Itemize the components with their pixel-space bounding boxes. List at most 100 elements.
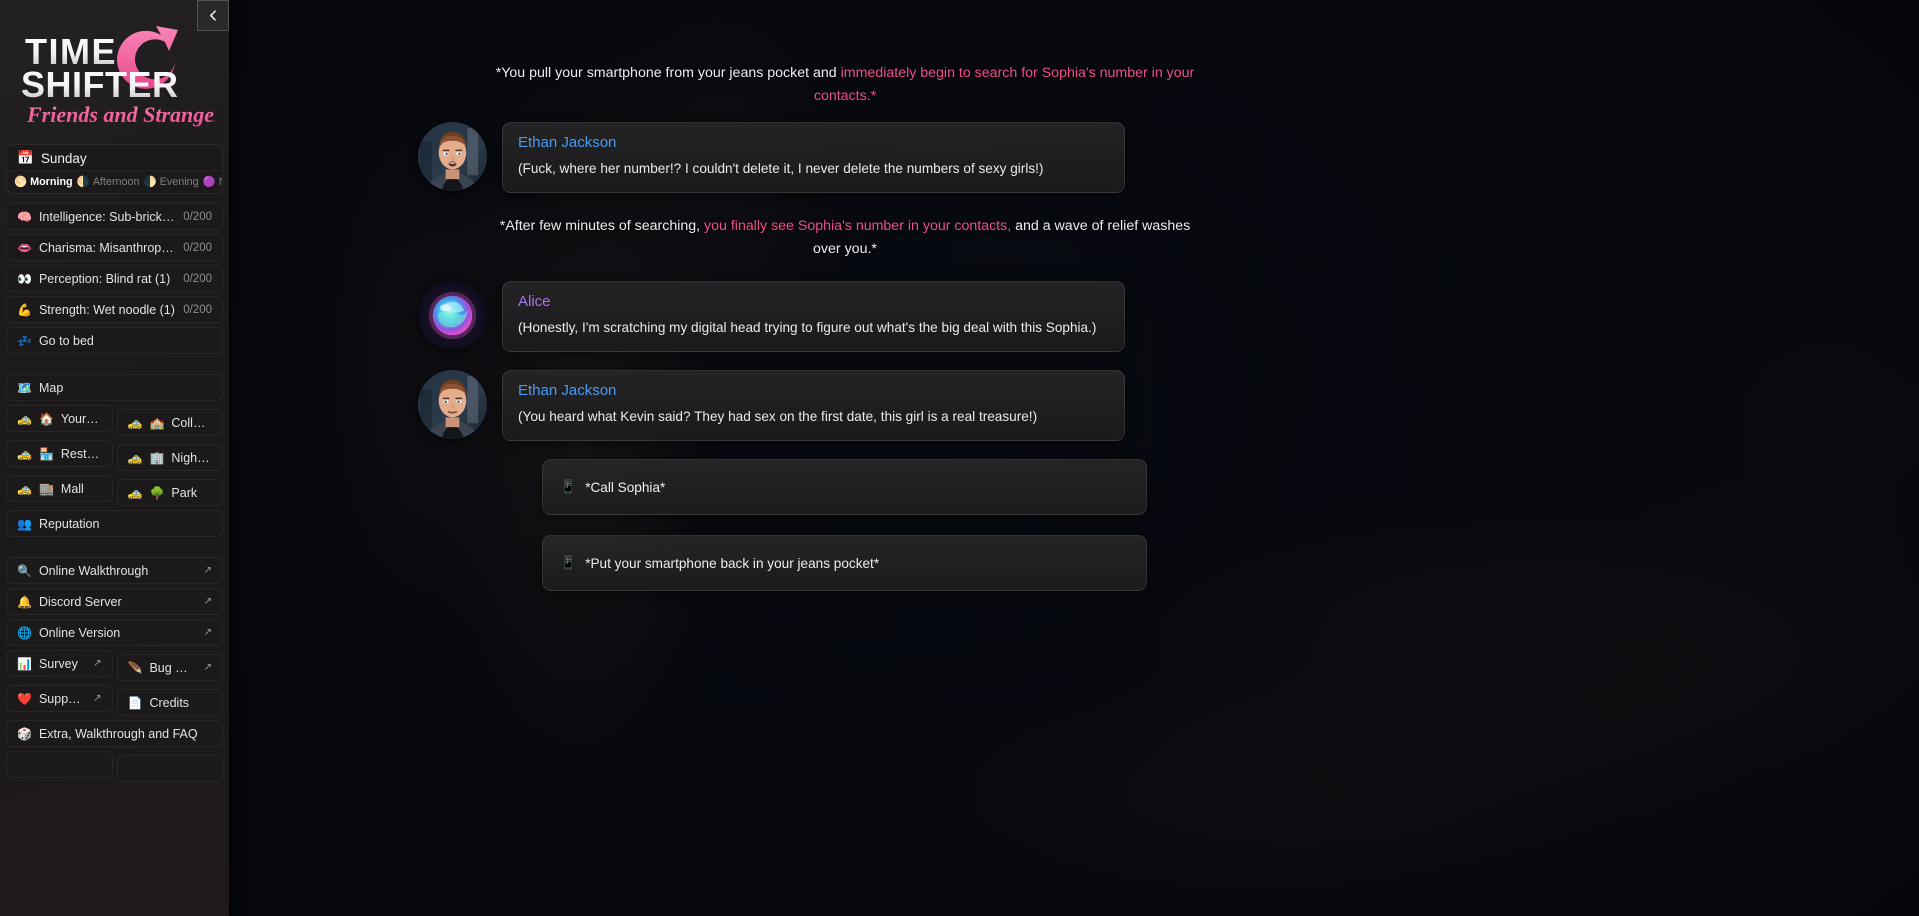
link-credits[interactable]: 📄 Credits xyxy=(116,689,223,716)
location-label: Restaurant xyxy=(60,446,102,461)
stat-label: Perception: Blind rat (1) xyxy=(38,271,171,286)
dialogue-bubble[interactable]: Ethan Jackson (You heard what Kevin said… xyxy=(502,370,1125,441)
dialogue-area: *You pull your smartphone from your jean… xyxy=(229,0,1919,916)
time-slot-label: Morning xyxy=(30,175,73,188)
links-group: 🔍 Online Walkthrough ↗ 🔔 Discord Server … xyxy=(6,557,223,782)
dialogue-bubble[interactable]: Alice (Honestly, I'm scratching my digit… xyxy=(502,281,1125,352)
location-label: Park xyxy=(171,485,198,500)
go-to-bed-button[interactable]: 💤 Go to bed xyxy=(6,327,223,354)
taxi-icon: 🚕 xyxy=(127,485,143,500)
dialogue-text: (Honestly, I'm scratching my digital hea… xyxy=(518,320,1097,335)
day-label: Sunday xyxy=(40,150,87,166)
time-slot-evening[interactable]: 🌓 Evening xyxy=(143,175,199,189)
time-slot-afternoon[interactable]: 🌗 Afternoon xyxy=(77,175,140,189)
smartphone-icon: 📱 xyxy=(560,555,577,570)
choice-call-sophia[interactable]: 📱 *Call Sophia* xyxy=(542,459,1147,515)
link-label: Discord Server xyxy=(38,594,122,609)
sidebar-collapse-button[interactable] xyxy=(197,0,229,31)
heart-icon: ❤️ xyxy=(17,691,32,706)
store-icon: 🏪 xyxy=(38,446,54,461)
brain-icon: 🧠 xyxy=(17,209,32,224)
location-mall[interactable]: 🚕 🏬 Mall xyxy=(6,475,113,502)
map-header[interactable]: 🗺️ Map xyxy=(6,374,223,401)
location-park[interactable]: 🚕 🌳 Park xyxy=(116,479,223,506)
taxi-icon: 🚕 xyxy=(127,415,143,430)
choice-label: *Put your smartphone back in your jeans … xyxy=(585,555,880,571)
external-link-icon: ↗ xyxy=(203,565,212,576)
day-time-panel: 📅 Sunday 🌕 Morning 🌗 Afternoon 🌓 Evening xyxy=(6,144,223,194)
taxi-icon: 🚕 xyxy=(127,450,143,465)
dice-icon: 🎲 xyxy=(17,726,32,741)
link-online-walkthrough[interactable]: 🔍 Online Walkthrough ↗ xyxy=(6,557,223,584)
location-college[interactable]: 🚕 🏫 College xyxy=(116,409,223,436)
time-slot-morning[interactable]: 🌕 Morning xyxy=(14,175,73,189)
stat-value: 0/200 xyxy=(183,210,212,223)
dialogue-bubble[interactable]: Ethan Jackson (Fuck, where her number!? … xyxy=(502,122,1125,193)
external-link-icon: ↗ xyxy=(93,658,102,669)
link-online-version[interactable]: 🌐 Online Version ↗ xyxy=(6,619,223,646)
time-slot-label: Afternoon xyxy=(92,175,140,188)
external-link-icon: ↗ xyxy=(203,596,212,607)
narration-plain: *You pull your smartphone from your jean… xyxy=(495,65,841,81)
link-partial-left[interactable] xyxy=(6,751,113,778)
dialogue-text: (Fuck, where her number!? I couldn't del… xyxy=(518,161,1044,176)
office-building-icon: 🏢 xyxy=(149,450,165,465)
location-night-club[interactable]: 🚕 🏢 Night Club xyxy=(116,444,223,471)
sidebar: TIME SHIFTER Friends and Strangers 📅 Sun… xyxy=(0,0,229,916)
avatar-ethan xyxy=(418,370,487,439)
ethan-portrait-icon xyxy=(418,122,487,191)
link-survey[interactable]: 📊 Survey ↗ xyxy=(6,650,113,677)
link-pair-row: 📊 Survey ↗ 🪶 Bug Report ↗ xyxy=(6,650,223,681)
stat-intelligence[interactable]: 🧠 Intelligence: Sub-brick (1) 0/200 xyxy=(6,203,223,230)
link-partial-right[interactable] xyxy=(116,755,223,782)
speaker-name: Ethan Jackson xyxy=(518,382,617,399)
moon-new-icon: 🟣 xyxy=(202,176,216,188)
location-row: 🚕 🏬 Mall 🚕 🌳 Park xyxy=(6,475,223,506)
reputation-button[interactable]: 👥 Reputation xyxy=(6,510,223,537)
link-label: Support Us xyxy=(38,691,86,706)
time-slot-night[interactable]: 🟣 Night xyxy=(202,175,222,189)
stat-label: Strength: Wet noodle (1) xyxy=(38,302,175,317)
stat-perception[interactable]: 👀 Perception: Blind rat (1) 0/200 xyxy=(6,265,223,292)
moon-half-icon: 🌓 xyxy=(143,176,157,188)
message-ethan-2: Ethan Jackson (You heard what Kevin said… xyxy=(418,370,1125,441)
document-icon: 📄 xyxy=(127,695,143,710)
moon-full-icon: 🌕 xyxy=(14,176,28,188)
house-icon: 🏠 xyxy=(38,411,54,426)
avatar-alice xyxy=(418,281,487,350)
map-icon: 🗺️ xyxy=(17,380,32,395)
choice-put-phone-back[interactable]: 📱 *Put your smartphone back in your jean… xyxy=(542,535,1147,591)
taxi-icon: 🚕 xyxy=(17,481,32,496)
map-label: Map xyxy=(38,380,64,395)
link-label: Survey xyxy=(38,656,78,671)
location-restaurant[interactable]: 🚕 🏪 Restaurant xyxy=(6,440,113,467)
location-your-house[interactable]: 🚕 🏠 Your House xyxy=(6,405,113,432)
link-support-us[interactable]: ❤️ Support Us ↗ xyxy=(6,685,113,712)
chart-icon: 📊 xyxy=(17,656,32,671)
avatar-ethan xyxy=(418,122,487,191)
stat-charisma[interactable]: 👄 Charisma: Misanthrope (1) 0/200 xyxy=(6,234,223,261)
location-row: 🚕 🏠 Your House 🚕 🏫 College xyxy=(6,405,223,436)
link-bug-report[interactable]: 🪶 Bug Report ↗ xyxy=(116,654,223,681)
external-link-icon: ↗ xyxy=(203,627,212,638)
svg-text:Friends and Strangers: Friends and Strangers xyxy=(26,102,215,127)
external-link-icon: ↗ xyxy=(93,693,102,704)
message-ethan-1: Ethan Jackson (Fuck, where her number!? … xyxy=(418,122,1125,193)
link-label: Online Walkthrough xyxy=(38,563,149,578)
reputation-label: Reputation xyxy=(38,516,100,531)
stat-label: Intelligence: Sub-brick (1) xyxy=(38,209,177,224)
link-label: Credits xyxy=(149,695,190,710)
link-discord-server[interactable]: 🔔 Discord Server ↗ xyxy=(6,588,223,615)
muscle-icon: 💪 xyxy=(17,302,32,317)
chevron-left-icon xyxy=(209,10,216,21)
go-to-bed-label: Go to bed xyxy=(38,333,94,348)
stat-label: Charisma: Misanthrope (1) xyxy=(38,240,177,255)
link-extra-walkthrough-faq[interactable]: 🎲 Extra, Walkthrough and FAQ xyxy=(6,720,223,747)
people-icon: 👥 xyxy=(17,516,32,531)
link-label: Bug Report xyxy=(149,660,197,675)
taxi-icon: 🚕 xyxy=(17,411,32,426)
stat-strength[interactable]: 💪 Strength: Wet noodle (1) 0/200 xyxy=(6,296,223,323)
stat-value: 0/200 xyxy=(183,272,212,285)
speaker-name: Alice xyxy=(518,293,551,310)
narration-highlight: immediately begin to search for Sophia's… xyxy=(813,65,1195,104)
